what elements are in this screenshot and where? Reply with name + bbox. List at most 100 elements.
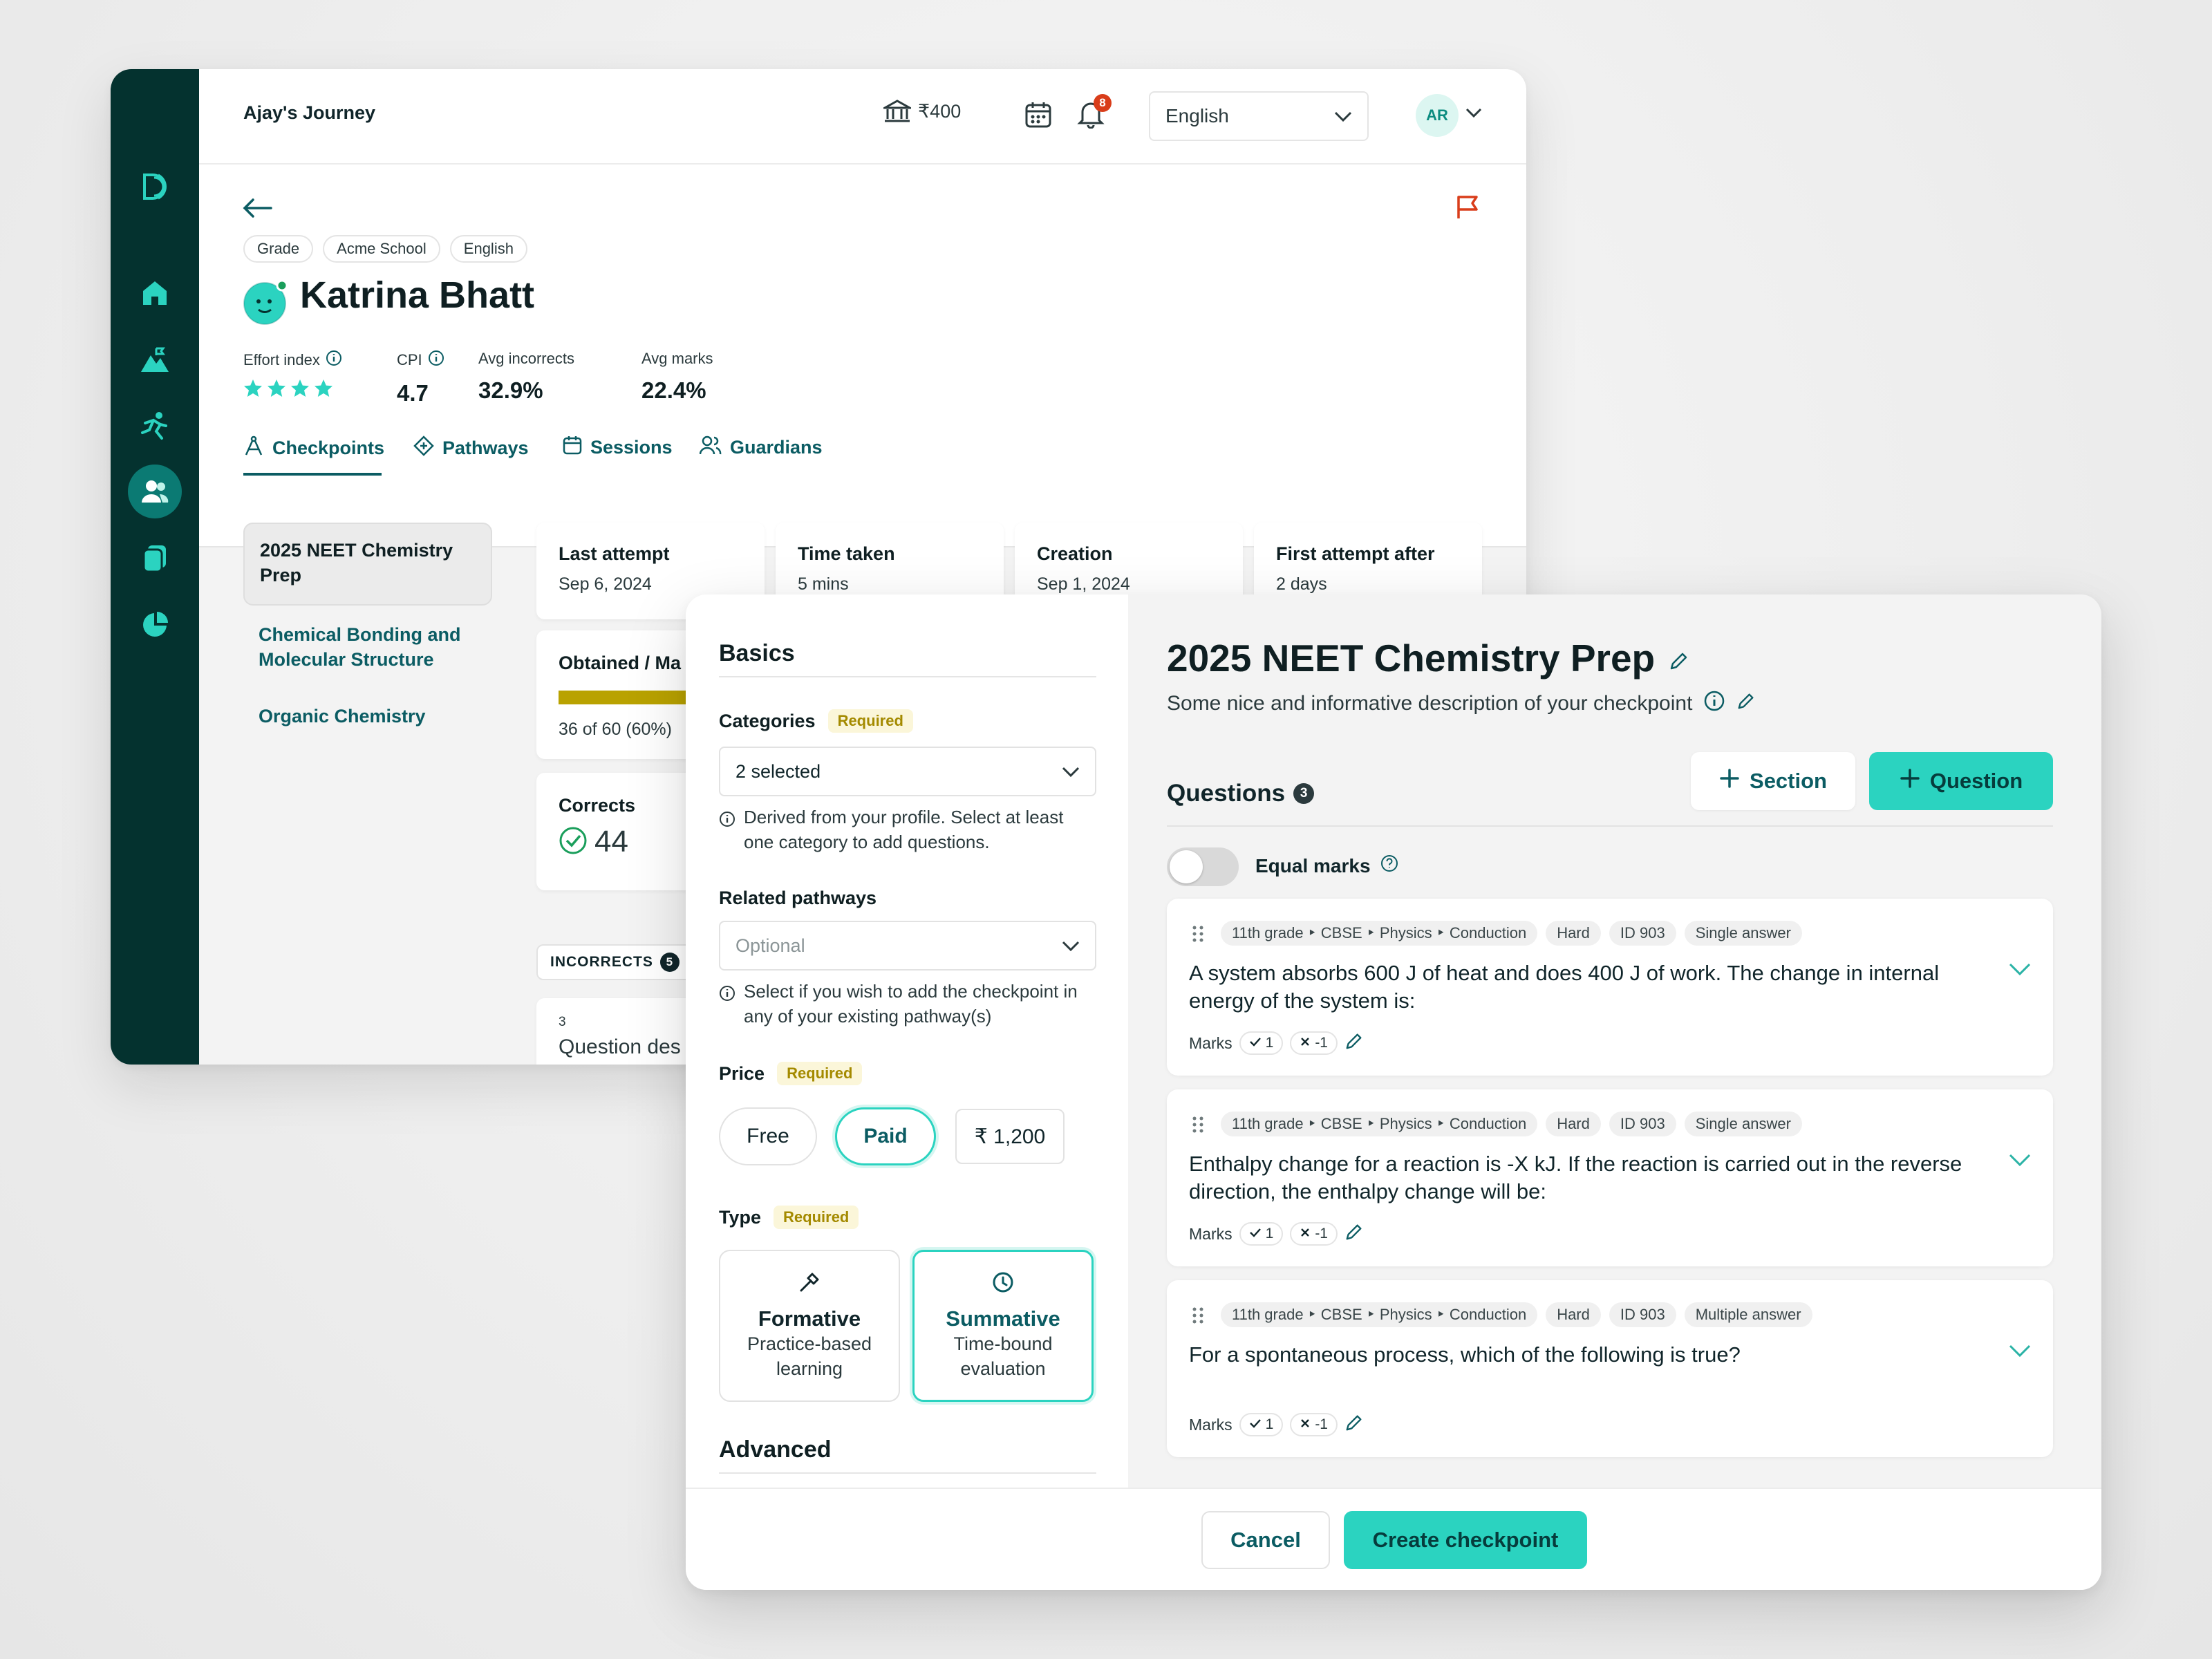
negative-mark[interactable]: -1 — [1290, 1031, 1338, 1055]
edit-icon[interactable] — [1669, 636, 1689, 680]
card-label: Time taken — [798, 543, 895, 564]
home-icon[interactable] — [134, 272, 176, 314]
divider — [719, 1472, 1096, 1474]
incorrects-label: INCORRECTS — [550, 954, 653, 970]
chevron-down-icon — [1334, 105, 1352, 127]
card-label: Creation — [1037, 543, 1113, 564]
basics-title: Basics — [719, 640, 795, 666]
negative-mark[interactable]: -1 — [1290, 1413, 1338, 1436]
chevron-down-icon — [1062, 761, 1080, 782]
equal-marks-toggle[interactable] — [1167, 847, 1239, 886]
negative-mark-value: -1 — [1315, 1226, 1328, 1241]
tab-checkpoints[interactable]: Checkpoints — [243, 435, 384, 461]
star-icon — [243, 379, 263, 401]
checkpoint-list-item[interactable]: Organic Chemistry — [259, 704, 487, 729]
checkpoint-title: 2025 NEET Chemistry Prep — [1167, 636, 1689, 680]
student-avatar-icon — [243, 279, 289, 328]
help-icon[interactable] — [1380, 854, 1398, 877]
bell-icon[interactable]: 8 — [1077, 94, 1112, 132]
info-icon[interactable] — [326, 350, 342, 371]
questions-count: 3 — [1293, 783, 1315, 804]
star-icon — [314, 379, 333, 401]
mountain-icon[interactable] — [134, 339, 176, 380]
pathways-select[interactable]: Optional — [719, 921, 1096, 971]
positive-mark[interactable]: 1 — [1239, 1413, 1284, 1436]
tag-answer-type: Single answer — [1684, 921, 1802, 946]
tag-id: ID 903 — [1609, 921, 1676, 946]
edit-icon[interactable] — [1344, 1222, 1364, 1246]
back-arrow-icon[interactable] — [242, 198, 272, 222]
calendar-icon[interactable] — [1024, 101, 1052, 132]
logo-icon[interactable] — [134, 166, 176, 207]
avg-marks-label: Avg marks — [641, 350, 713, 367]
edit-icon[interactable] — [1344, 1031, 1364, 1055]
language-value: English — [1165, 105, 1229, 126]
drag-handle-icon[interactable] — [1192, 925, 1204, 946]
info-icon — [719, 983, 735, 1029]
chevron-down-icon[interactable] — [2009, 1344, 2031, 1361]
journey-title: Ajay's Journey — [243, 102, 376, 123]
positive-mark[interactable]: 1 — [1239, 1031, 1284, 1055]
question-card[interactable]: 11th grade ‣ CBSE ‣ Physics ‣ Conduction… — [1167, 1280, 2053, 1457]
negative-mark[interactable]: -1 — [1290, 1222, 1338, 1246]
create-checkpoint-button[interactable]: Create checkpoint — [1344, 1511, 1587, 1569]
type-summative-option[interactable]: Summative Time-bound evaluation — [912, 1250, 1094, 1402]
required-badge: Required — [777, 1062, 863, 1085]
edit-icon[interactable] — [1736, 691, 1756, 716]
documents-icon[interactable] — [134, 538, 176, 579]
chip-language: English — [449, 235, 527, 263]
tag-path: 11th grade ‣ CBSE ‣ Physics ‣ Conduction — [1221, 921, 1538, 946]
avg-marks-value: 22.4% — [641, 377, 706, 403]
balance[interactable]: ₹400 — [883, 100, 961, 123]
type-formative-option[interactable]: Formative Practice-based learning — [719, 1250, 900, 1402]
question-tags: 11th grade ‣ CBSE ‣ Physics ‣ Conduction… — [1221, 1302, 1812, 1327]
flag-icon[interactable] — [1456, 195, 1479, 223]
checkpoint-list-item-active[interactable]: 2025 NEET Chemistry Prep — [243, 523, 492, 606]
add-section-button[interactable]: Section — [1691, 752, 1855, 810]
type-label: Type Required — [719, 1206, 859, 1229]
question-card[interactable]: 11th grade ‣ CBSE ‣ Physics ‣ Conduction… — [1167, 1089, 2053, 1266]
pie-chart-icon[interactable] — [134, 604, 176, 646]
notification-badge: 8 — [1094, 94, 1112, 112]
runner-icon[interactable] — [134, 405, 176, 447]
positive-mark-value: 1 — [1265, 1226, 1274, 1241]
field-label-text: Categories — [719, 710, 816, 731]
avg-incorrects-label: Avg incorrects — [478, 350, 574, 367]
questions-heading: Questions 3 — [1167, 780, 1315, 807]
cancel-button[interactable]: Cancel — [1201, 1511, 1330, 1569]
tab-label: Guardians — [730, 437, 823, 458]
question-card[interactable]: 11th grade ‣ CBSE ‣ Physics ‣ Conduction… — [1167, 899, 2053, 1076]
add-question-button[interactable]: Question — [1869, 752, 2053, 810]
chevron-down-icon[interactable] — [2009, 1153, 2031, 1170]
sidebar — [111, 69, 199, 1065]
positive-mark[interactable]: 1 — [1239, 1222, 1284, 1246]
field-label-text: Price — [719, 1062, 765, 1084]
clock-icon — [992, 1271, 1014, 1297]
question-marks: Marks 1 -1 — [1189, 1413, 1364, 1436]
drag-handle-icon[interactable] — [1192, 1306, 1204, 1328]
chevron-down-icon[interactable] — [2009, 962, 2031, 980]
info-icon[interactable] — [1703, 690, 1725, 718]
drag-handle-icon[interactable] — [1192, 1116, 1204, 1137]
categories-select[interactable]: 2 selected — [719, 747, 1096, 796]
checkpoint-list-item[interactable]: Chemical Bonding and Molecular Structure — [259, 622, 487, 672]
active-tab-indicator — [243, 473, 382, 476]
chevron-down-icon[interactable] — [1465, 108, 1482, 122]
language-select[interactable]: English — [1149, 91, 1369, 141]
button-label: Section — [1750, 769, 1827, 793]
avg-incorrects-metric: Avg incorrects 32.9% — [478, 350, 574, 404]
type-title: Formative — [758, 1306, 861, 1331]
divider — [719, 676, 1096, 677]
price-paid-option[interactable]: Paid — [835, 1107, 936, 1165]
pathways-label: Related pathways — [719, 888, 877, 908]
edit-icon[interactable] — [1344, 1413, 1364, 1436]
students-icon[interactable] — [128, 465, 182, 518]
avatar[interactable]: AR — [1416, 94, 1459, 137]
modal-footer: Cancel Create checkpoint — [686, 1488, 2101, 1590]
tab-pathways[interactable]: Pathways — [413, 435, 529, 461]
price-amount-input[interactable]: ₹ 1,200 — [955, 1109, 1065, 1164]
tab-guardians[interactable]: Guardians — [699, 435, 823, 460]
tab-sessions[interactable]: Sessions — [563, 435, 673, 460]
price-free-option[interactable]: Free — [719, 1107, 817, 1165]
info-icon[interactable] — [428, 350, 444, 371]
